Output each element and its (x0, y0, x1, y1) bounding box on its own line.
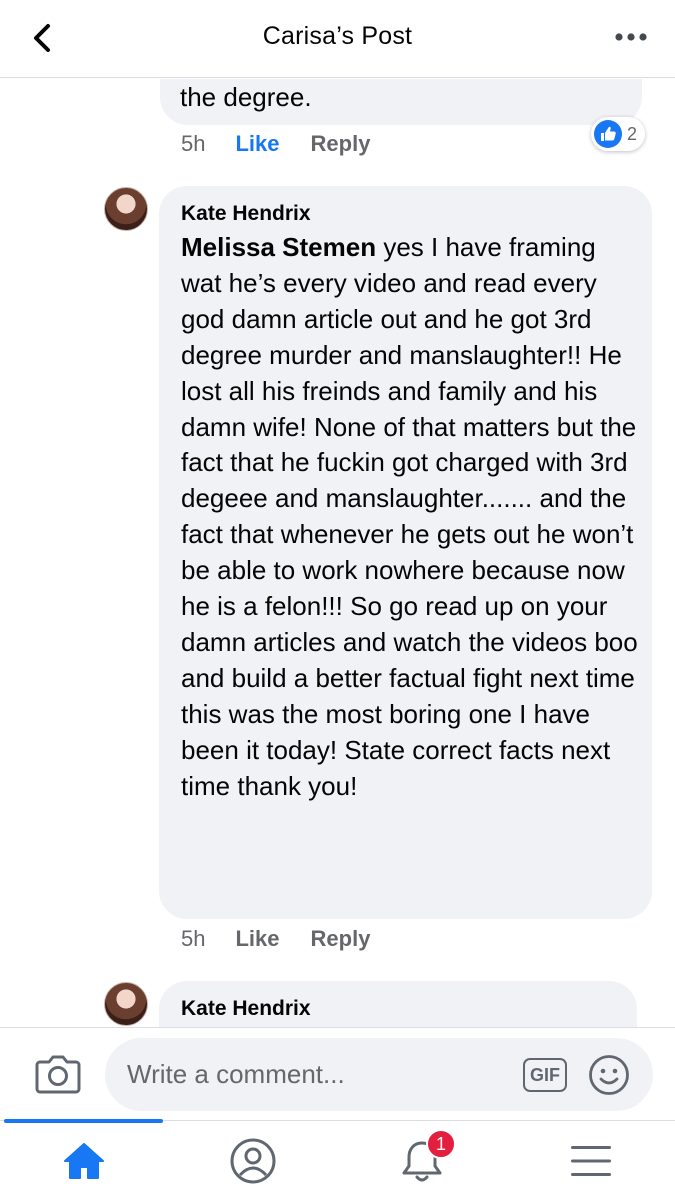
tab-home[interactable] (54, 1135, 114, 1187)
comment-input[interactable] (105, 1038, 653, 1111)
like-button[interactable]: Like (235, 926, 279, 952)
active-tab-indicator (4, 1119, 163, 1123)
comment-timestamp: 5h (181, 926, 206, 951)
avatar[interactable] (104, 187, 148, 231)
comment-actions: 5h Like Reply (181, 131, 370, 157)
comment-actions: 5h Like Reply (181, 926, 370, 952)
comment-body: yes I have framing wat he’s every video … (181, 232, 638, 801)
tab-menu[interactable] (561, 1135, 621, 1187)
emoji-button[interactable] (588, 1054, 630, 1096)
smiley-icon (589, 1055, 629, 1095)
comment-text: Melissa Stemen yes I have framing wat he… (181, 230, 641, 805)
comment-timestamp: 5h (181, 131, 206, 156)
notification-badge: 1 (426, 1129, 456, 1159)
comment-text: the degree. (180, 82, 312, 112)
reaction-count-badge[interactable]: 2 (591, 117, 646, 151)
more-options-button[interactable] (613, 22, 649, 52)
top-bar: Carisa’s Post (0, 0, 675, 78)
comment-author[interactable]: Kate Hendrix (181, 202, 311, 226)
profile-icon (230, 1138, 276, 1184)
comment-author[interactable]: Kate Hendrix (181, 997, 311, 1021)
comment-composer: GIF (0, 1027, 675, 1120)
like-button[interactable]: Like (235, 131, 279, 157)
camera-button[interactable] (34, 1052, 82, 1096)
mention-link[interactable]: Melissa Stemen (181, 232, 376, 262)
comment-bubble: Kate Hendrix (159, 981, 637, 1027)
comment-bubble: the degree. (160, 79, 642, 125)
camera-icon (35, 1055, 81, 1094)
gif-button[interactable]: GIF (523, 1058, 567, 1092)
tab-profile[interactable] (223, 1135, 283, 1187)
hamburger-menu-icon (571, 1146, 611, 1176)
page-title: Carisa’s Post (262, 22, 413, 50)
home-icon (64, 1143, 104, 1179)
comment-bubble: Kate Hendrix Melissa Stemen yes I have f… (159, 186, 652, 919)
avatar[interactable] (104, 982, 148, 1026)
bottom-tab-bar: 1 (0, 1119, 675, 1200)
comments-feed[interactable]: the degree. 5h Like Reply 2 Kate Hendrix… (0, 79, 675, 1027)
more-horizontal-icon (615, 33, 647, 41)
reply-button[interactable]: Reply (311, 926, 371, 952)
reaction-count: 2 (627, 123, 638, 144)
thumbs-up-icon (594, 120, 622, 148)
reply-button[interactable]: Reply (311, 131, 371, 157)
